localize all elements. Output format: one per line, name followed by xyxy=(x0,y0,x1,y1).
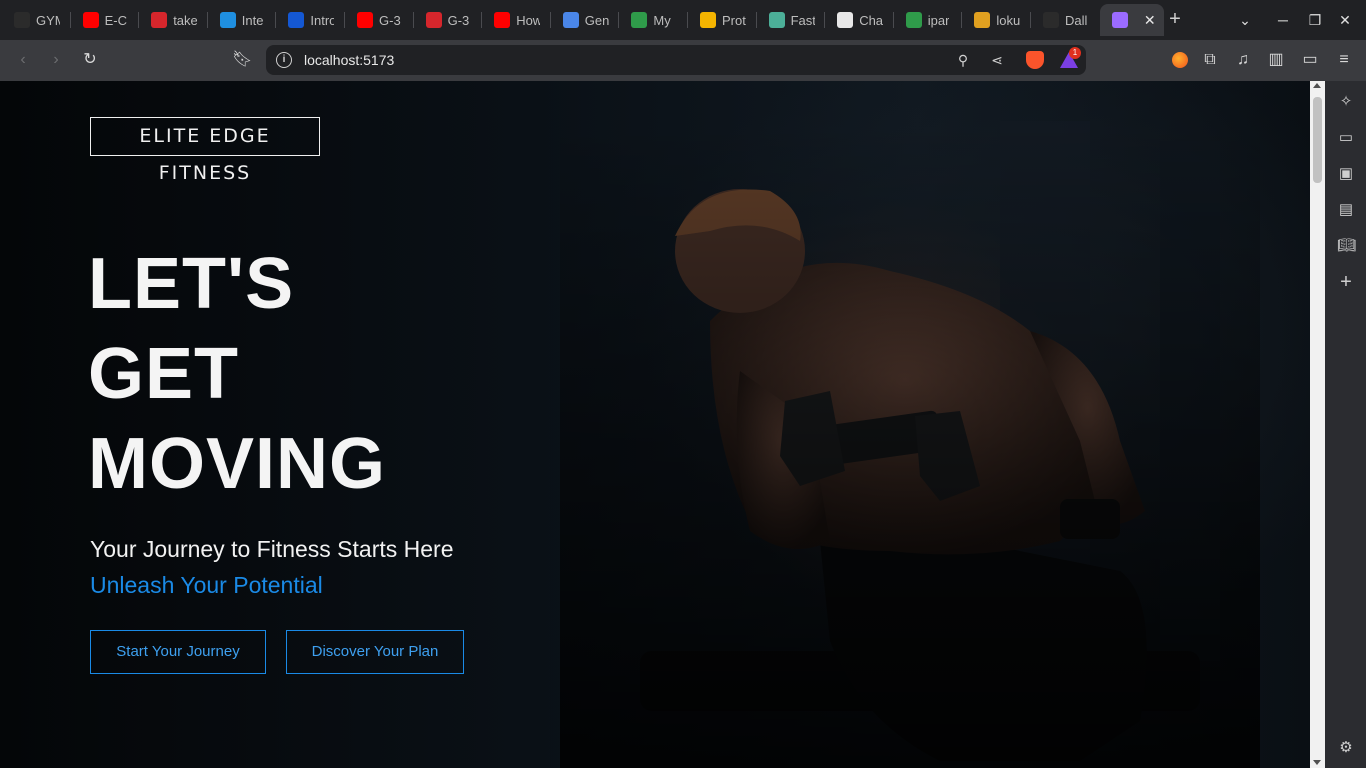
page-scrollbar[interactable] xyxy=(1310,81,1325,768)
tab-title: Prot xyxy=(722,12,746,28)
mongodb-icon xyxy=(631,12,648,28)
browser-tab[interactable]: ✕ xyxy=(1099,4,1164,36)
address-bar-url[interactable]: localhost:5173 xyxy=(304,52,394,68)
hero-headline: LET'S GET MOVING xyxy=(88,239,386,509)
browser-tab[interactable]: Gen xyxy=(551,4,609,36)
hero-section: ELITE EDGE FITNESS LET'S GET MOVING Your… xyxy=(0,81,1310,768)
notification-badge: 1 xyxy=(1069,47,1081,59)
bookmark-icon[interactable]: 🔖︎ xyxy=(232,50,252,70)
tab-title: How xyxy=(516,12,541,28)
tab-title: G-3 xyxy=(379,12,401,28)
docs-icon xyxy=(562,12,579,28)
vite-icon xyxy=(1111,12,1128,28)
headline-line-2: GET xyxy=(88,334,240,414)
tuf-icon xyxy=(425,12,442,28)
wallet-icon[interactable]: ▭ xyxy=(1300,50,1320,70)
reading-list-icon[interactable]: 📖︎ xyxy=(1337,237,1356,255)
sidebar-toggle-icon[interactable]: ▥ xyxy=(1266,50,1286,70)
tab-title: take xyxy=(173,12,198,28)
c-icon xyxy=(288,12,305,28)
scrollbar-thumb[interactable] xyxy=(1313,97,1322,183)
browser-tab[interactable]: Dall xyxy=(1031,4,1089,36)
browser-tab[interactable]: E-C xyxy=(71,4,129,36)
brave-shields-icon[interactable] xyxy=(1026,51,1044,69)
youtube-icon xyxy=(357,12,373,28)
address-bar[interactable]: i localhost:5173 ⚲ ⋖ 1 xyxy=(266,45,1086,75)
youtube-icon xyxy=(494,12,511,28)
hero-subtagline: Unleash Your Potential xyxy=(90,572,323,598)
minimize-button[interactable]: ─ xyxy=(1271,8,1295,32)
tab-title: My xyxy=(653,12,671,28)
talk-video-icon[interactable]: ▭ xyxy=(1337,129,1355,147)
forward-button[interactable]: › xyxy=(46,50,66,70)
browser-tab[interactable]: GYM xyxy=(2,4,60,36)
browser-tab[interactable]: Fast xyxy=(757,4,815,36)
browser-toolbar: ‹ › ↻ 🔖︎ i localhost:5173 ⚲ ⋖ 1 ⧉ ♫ ▥ ▭ … xyxy=(0,40,1366,81)
brand-logo[interactable]: ELITE EDGE FITNESS xyxy=(90,117,320,184)
browser-tab[interactable]: Prot xyxy=(688,4,746,36)
browser-tab[interactable]: ipar xyxy=(894,4,952,36)
browser-tab[interactable]: take xyxy=(139,4,197,36)
start-journey-button[interactable]: Start Your Journey xyxy=(90,630,266,674)
scroll-up-arrow-icon[interactable] xyxy=(1313,83,1321,88)
hero-tagline: Your Journey to Fitness Starts Here xyxy=(90,536,454,562)
tab-search-chevron-icon[interactable]: ⌄ xyxy=(1233,8,1257,32)
leo-ai-icon[interactable]: ✧ xyxy=(1337,93,1355,111)
mountain-icon xyxy=(768,12,785,28)
browser-side-panel: ✧ ▭ ▣ ▤ 📖︎ + ⚙ xyxy=(1325,81,1366,768)
scroll-down-arrow-icon[interactable] xyxy=(1313,760,1321,765)
tab-title: Cha xyxy=(859,12,884,28)
tab-title: loku xyxy=(996,12,1021,28)
browser-tab[interactable]: How xyxy=(482,4,540,36)
tab-title: E-C xyxy=(104,12,127,28)
tool-icon xyxy=(974,12,991,28)
chart-icon xyxy=(700,12,716,28)
wallet-icon[interactable]: ▣ xyxy=(1337,165,1355,183)
tuf-icon xyxy=(151,12,168,28)
browser-tab[interactable]: G-3 xyxy=(414,4,472,36)
link-icon xyxy=(905,12,922,28)
tab-title: Inte xyxy=(241,12,264,28)
bookmarks-icon[interactable]: ▤ xyxy=(1337,201,1355,219)
tab-title: GYM xyxy=(36,12,60,28)
browser-tab[interactable]: Cha xyxy=(825,4,883,36)
media-music-icon[interactable]: ♫ xyxy=(1233,50,1253,70)
share-icon[interactable]: ⋖ xyxy=(989,52,1005,68)
site-info-icon[interactable]: i xyxy=(276,52,292,68)
browser-tab[interactable]: loku xyxy=(962,4,1020,36)
new-tab-button[interactable]: + xyxy=(1165,8,1185,32)
browser-tab[interactable]: Intro xyxy=(276,4,334,36)
is-icon xyxy=(219,12,236,28)
tab-close-icon[interactable]: ✕ xyxy=(1144,12,1156,28)
back-button[interactable]: ‹ xyxy=(13,50,33,70)
zoom-icon[interactable]: ⚲ xyxy=(955,52,971,68)
browser-tab[interactable]: My xyxy=(619,4,677,36)
athlete-hero-image xyxy=(560,121,1260,768)
extensions-puzzle-icon[interactable]: ⧉ xyxy=(1200,50,1220,70)
tab-strip: GYM E-C take Inte Intro G-3 G-3 How Gen My Prot Fas… xyxy=(0,0,1366,40)
headline-line-1: LET'S xyxy=(88,244,295,324)
headline-line-3: MOVING xyxy=(88,424,387,504)
maximize-button[interactable]: ❐ xyxy=(1303,8,1327,32)
tab-title: Gen xyxy=(584,12,609,28)
youtube-icon xyxy=(82,12,99,28)
tab-title: G-3 xyxy=(447,12,470,28)
menu-icon[interactable]: ≡ xyxy=(1334,50,1354,70)
openai-icon xyxy=(837,12,854,28)
tab-title: Intro xyxy=(310,12,335,28)
browser-tab[interactable]: G-3 xyxy=(345,4,403,36)
github-icon xyxy=(1043,12,1059,28)
settings-gear-icon[interactable]: ⚙ xyxy=(1337,739,1355,757)
github-icon xyxy=(14,12,30,28)
tab-title: Dall xyxy=(1065,12,1088,28)
discover-plan-button[interactable]: Discover Your Plan xyxy=(286,630,464,674)
add-panel-icon[interactable]: + xyxy=(1337,272,1355,292)
extension-icon[interactable] xyxy=(1172,52,1188,68)
reload-button[interactable]: ↻ xyxy=(80,50,100,70)
tab-title: Fast xyxy=(790,12,815,28)
tab-title: ipar xyxy=(927,12,950,28)
browser-tab[interactable]: Inte xyxy=(208,4,266,36)
close-window-button[interactable]: ✕ xyxy=(1333,8,1357,32)
